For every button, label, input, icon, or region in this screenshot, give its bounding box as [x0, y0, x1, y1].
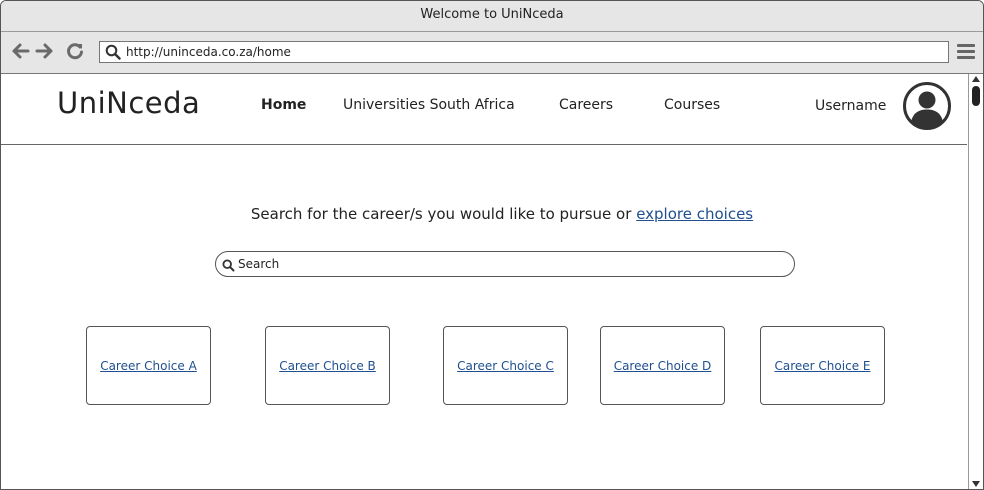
search-prompt: Search for the career/s you would like t… [1, 205, 967, 223]
career-choice-card-d[interactable]: Career Choice D [600, 326, 725, 405]
nav-universities-south-africa[interactable]: Universities South Africa [343, 97, 515, 113]
url-input[interactable] [126, 43, 926, 61]
back-arrow-icon[interactable] [9, 41, 31, 63]
career-choice-link-e[interactable]: Career Choice E [775, 359, 871, 373]
career-search-box[interactable] [215, 251, 795, 277]
username-label[interactable]: Username [815, 98, 886, 114]
nav-courses[interactable]: Courses [664, 97, 720, 113]
nav-careers[interactable]: Careers [559, 97, 613, 113]
search-icon [222, 257, 235, 276]
scroll-down-icon[interactable] [972, 481, 980, 487]
career-choice-card-b[interactable]: Career Choice B [265, 326, 390, 405]
career-choice-card-e[interactable]: Career Choice E [760, 326, 885, 405]
career-choice-link-d[interactable]: Career Choice D [614, 359, 712, 373]
career-choice-link-a[interactable]: Career Choice A [100, 359, 197, 373]
site-header: UniNceda Home Universities South Africa … [1, 74, 967, 145]
search-input[interactable] [238, 255, 778, 273]
scroll-up-icon[interactable] [972, 76, 980, 82]
career-choice-link-b[interactable]: Career Choice B [279, 359, 376, 373]
explore-choices-link[interactable]: explore choices [636, 205, 753, 223]
user-avatar-icon[interactable] [902, 81, 952, 135]
window-title: Welcome to UniNceda [1, 1, 983, 32]
nav-home[interactable]: Home [261, 97, 306, 113]
career-choice-card-a[interactable]: Career Choice A [86, 326, 211, 405]
scroll-thumb[interactable] [972, 86, 980, 106]
address-bar[interactable] [99, 41, 949, 63]
prompt-text: Search for the career/s you would like t… [250, 205, 632, 223]
browser-toolbar [1, 32, 983, 74]
page-viewport: UniNceda Home Universities South Africa … [1, 74, 967, 489]
career-choice-card-c[interactable]: Career Choice C [443, 326, 568, 405]
vertical-scrollbar[interactable] [968, 74, 983, 489]
site-logo[interactable]: UniNceda [57, 86, 200, 120]
reload-icon[interactable] [64, 41, 86, 63]
forward-arrow-icon[interactable] [34, 41, 56, 63]
hamburger-menu-icon[interactable] [957, 44, 975, 62]
career-choice-link-c[interactable]: Career Choice C [457, 359, 554, 373]
browser-window: Welcome to UniNceda UniNceda Home Univer… [0, 0, 984, 490]
search-icon [105, 44, 121, 64]
